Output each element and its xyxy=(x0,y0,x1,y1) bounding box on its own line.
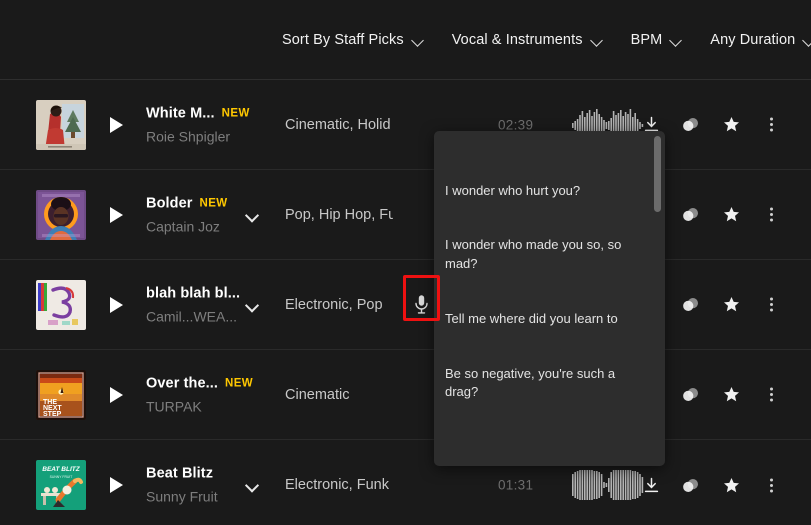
track-artist[interactable]: Camil...WEA... xyxy=(146,308,238,324)
similar-tracks-icon[interactable] xyxy=(682,296,700,314)
filter-duration[interactable]: Any Duration xyxy=(710,32,811,48)
play-icon xyxy=(109,116,123,133)
track-genres[interactable]: Cinematic, Holid xyxy=(285,117,393,133)
play-button[interactable] xyxy=(105,204,127,226)
star-icon[interactable] xyxy=(722,206,740,224)
filter-bpm[interactable]: BPM xyxy=(631,32,683,48)
track-title[interactable]: blah blah bl... xyxy=(146,285,240,301)
track-meta: Over the... NEW TURPAK xyxy=(146,375,253,414)
play-button[interactable] xyxy=(105,114,127,136)
chevron-down-icon xyxy=(804,36,811,43)
chevron-down-icon xyxy=(413,36,424,43)
similar-tracks-icon[interactable] xyxy=(682,116,700,134)
more-options-icon[interactable] xyxy=(762,386,780,404)
table-row[interactable]: Bolder NEW Captain Joz Pop, Hip Hop, Fu xyxy=(0,170,811,260)
more-options-icon[interactable] xyxy=(762,116,780,134)
star-icon[interactable] xyxy=(722,386,740,404)
filter-vocal-instruments-label: Vocal & Instruments xyxy=(451,31,583,48)
play-icon xyxy=(109,477,123,493)
table-row[interactable]: blah blah bl... Camil...WEA... Electroni… xyxy=(0,260,811,350)
lyrics-microphone-icon[interactable] xyxy=(406,290,436,320)
star-icon[interactable] xyxy=(722,116,740,134)
lyrics-line: I wonder who made you so, so mad? xyxy=(445,237,625,271)
lyrics-line: Be so negative, you're such a drag? xyxy=(445,365,619,399)
status-badge: NEW xyxy=(225,377,254,389)
track-genres[interactable]: Electronic, Pop xyxy=(285,297,393,313)
filter-sort-label: Sort By Staff Picks xyxy=(282,31,404,48)
lyrics-text: I wonder who hurt you? I wonder who made… xyxy=(434,131,665,466)
lyrics-line-blank xyxy=(445,438,645,456)
table-row[interactable]: THE NEXT STEP Over the... NEW TURPAK Cin… xyxy=(0,350,811,440)
lyrics-line: Tell me where did you learn to xyxy=(445,310,618,326)
more-options-icon[interactable] xyxy=(762,476,780,494)
track-title[interactable]: Over the... xyxy=(146,375,218,391)
expand-row-chevron-down-icon[interactable] xyxy=(246,300,260,309)
waveform[interactable] xyxy=(572,468,646,502)
play-icon xyxy=(109,206,123,223)
track-genres[interactable]: Electronic, Funk xyxy=(285,477,393,493)
table-row[interactable]: White M... NEW Roie Shpigler Cinematic, … xyxy=(0,80,811,170)
expand-row-chevron-down-icon[interactable] xyxy=(246,210,260,219)
svg-text:SUNNY FRUIT: SUNNY FRUIT xyxy=(50,475,73,479)
track-meta: blah blah bl... Camil...WEA... xyxy=(146,285,240,324)
track-duration: 01:31 xyxy=(498,477,534,493)
lyrics-line: I wonder who hurt you? xyxy=(445,182,581,198)
track-artist[interactable]: Captain Joz xyxy=(146,218,238,234)
filter-bpm-label: BPM xyxy=(630,31,663,48)
star-icon[interactable] xyxy=(722,296,740,314)
filter-duration-label: Any Duration xyxy=(710,31,796,48)
status-badge: NEW xyxy=(199,197,228,209)
star-icon[interactable] xyxy=(722,476,740,494)
track-title[interactable]: Bolder xyxy=(146,195,193,211)
track-meta: Bolder NEW Captain Joz xyxy=(146,195,238,234)
track-title[interactable]: White M... xyxy=(146,105,215,121)
track-meta: White M... NEW Roie Shpigler xyxy=(146,105,249,144)
similar-tracks-icon[interactable] xyxy=(682,206,700,224)
status-badge: NEW xyxy=(221,107,250,119)
track-artist[interactable]: Sunny Fruit xyxy=(146,489,238,505)
lyrics-scrollbar-thumb[interactable] xyxy=(654,136,661,212)
chevron-down-icon xyxy=(671,36,682,43)
table-row[interactable]: BEAT BLITZ SUNNY FRUIT Beat Blitz Sunny … xyxy=(0,440,811,525)
play-icon xyxy=(109,386,123,403)
expand-row-chevron-down-icon[interactable] xyxy=(246,481,260,490)
track-artist[interactable]: TURPAK xyxy=(146,398,238,414)
svg-text:BEAT BLITZ: BEAT BLITZ xyxy=(42,466,80,473)
similar-tracks-icon[interactable] xyxy=(682,386,700,404)
more-options-icon[interactable] xyxy=(762,206,780,224)
track-genres[interactable]: Cinematic xyxy=(285,387,393,403)
track-title[interactable]: Beat Blitz xyxy=(146,466,213,482)
track-artwork[interactable] xyxy=(36,99,86,150)
play-icon xyxy=(109,296,123,313)
track-genres[interactable]: Pop, Hip Hop, Fu xyxy=(285,207,393,223)
filter-sort[interactable]: Sort By Staff Picks xyxy=(282,32,424,48)
track-artwork[interactable] xyxy=(36,279,86,330)
more-options-icon[interactable] xyxy=(762,296,780,314)
row-actions xyxy=(642,476,780,494)
filter-bar: Sort By Staff Picks Vocal & Instruments … xyxy=(0,0,811,80)
track-browser: Sort By Staff Picks Vocal & Instruments … xyxy=(0,0,811,525)
track-list: White M... NEW Roie Shpigler Cinematic, … xyxy=(0,80,811,525)
play-button[interactable] xyxy=(105,384,127,406)
track-artwork[interactable]: BEAT BLITZ SUNNY FRUIT xyxy=(36,460,86,510)
track-artwork[interactable] xyxy=(36,189,86,240)
lyrics-popup[interactable]: I wonder who hurt you? I wonder who made… xyxy=(434,131,665,466)
filter-vocal-instruments[interactable]: Vocal & Instruments xyxy=(452,32,603,48)
play-button[interactable] xyxy=(105,294,127,316)
chevron-down-icon xyxy=(592,36,603,43)
download-icon[interactable] xyxy=(642,476,660,494)
track-duration: 02:39 xyxy=(498,117,534,132)
track-artist[interactable]: Roie Shpigler xyxy=(146,128,238,144)
track-meta: Beat Blitz Sunny Fruit xyxy=(146,466,238,505)
similar-tracks-icon[interactable] xyxy=(682,476,700,494)
track-artwork[interactable]: THE NEXT STEP xyxy=(36,369,86,420)
play-button[interactable] xyxy=(105,474,127,496)
